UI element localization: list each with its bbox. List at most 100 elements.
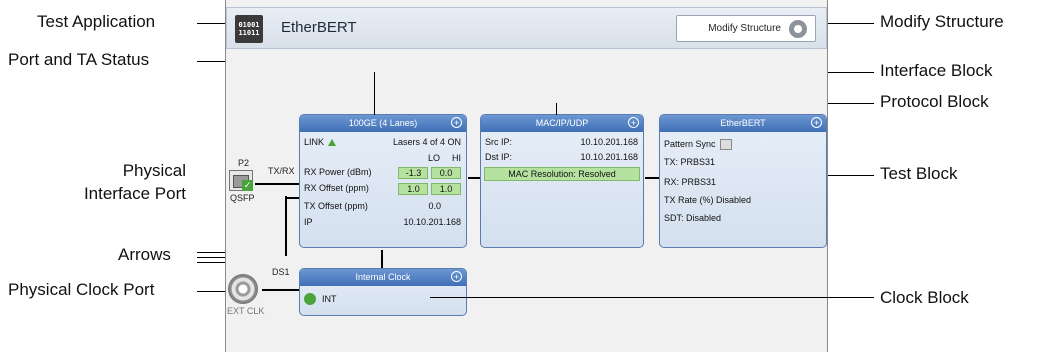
test-application-icon[interactable]: 01001 11011 (235, 15, 263, 43)
pattern-sync-row: Pattern Sync (664, 139, 821, 150)
rx-power-lo: -1.3 (398, 167, 429, 179)
link-status: LINK (304, 137, 337, 147)
leader-test-application (197, 23, 225, 24)
protocol-block-title: MAC/IP/UDP (535, 118, 589, 128)
dst-ip-value: 10.10.201.168 (580, 152, 638, 162)
dst-ip-row: Dst IP: 10.10.201.168 (485, 152, 638, 162)
lasers-status: Lasers 4 of 4 ON (392, 137, 461, 147)
arrow-port-to-interface (255, 183, 299, 185)
interface-block-header: 100GE (4 Lanes) + (300, 115, 466, 132)
leader-port-ta-status (197, 61, 225, 62)
link-row: LINK Lasers 4 of 4 ON (304, 137, 461, 147)
lo-hi-header: LO HI (304, 153, 461, 163)
clock-value-row: INT (304, 293, 461, 305)
callout-physical-interface-port-line1: Physical (122, 161, 186, 180)
tx-rate-row: TX Rate (%) Disabled (664, 195, 821, 205)
physical-interface-port[interactable]: ✓ (229, 170, 253, 191)
port-status-check-icon: ✓ (242, 180, 253, 191)
mac-resolution-status: MAC Resolution: Resolved (484, 167, 640, 181)
rx-offset-hi: 1.0 (431, 183, 461, 195)
rx-power-label: RX Power (dBm) (304, 167, 372, 177)
callout-physical-clock-port: Physical Clock Port (8, 280, 155, 299)
callout-clock-block: Clock Block (880, 288, 969, 307)
test-block-title: EtherBERT (720, 118, 766, 128)
rx-offset-label: RX Offset (ppm) (304, 183, 369, 193)
src-ip-row: Src IP: 10.10.201.168 (485, 137, 638, 147)
tx-rate: TX Rate (%) Disabled (664, 195, 752, 205)
callout-interface-block: Interface Block (880, 61, 993, 80)
hi-header: HI (452, 153, 461, 163)
callout-arrows: Arrows (118, 245, 171, 264)
rx-offset-row: RX Offset (ppm) 1.0 1.0 (304, 183, 461, 195)
port-name: P2 (238, 158, 250, 168)
src-ip-value: 10.10.201.168 (580, 137, 638, 147)
clock-block[interactable]: Internal Clock + INT (299, 268, 467, 316)
tx-offset-row: TX Offset (ppm) 0.0 (304, 201, 461, 211)
port-direction: TX/RX (268, 166, 295, 176)
callout-port-ta-status: Port and TA Status (8, 50, 150, 69)
clock-block-title: Internal Clock (355, 272, 411, 282)
clock-status-icon (304, 293, 316, 305)
test-block[interactable]: EtherBERT + Pattern Sync TX: PRBS31 RX: … (659, 114, 827, 248)
gear-icon (789, 19, 807, 38)
ip-value: 10.10.201.168 (403, 217, 461, 227)
rx-power-row: RX Power (dBm) -1.3 0.0 (304, 167, 461, 179)
clock-block-header: Internal Clock + (300, 269, 466, 286)
pattern-sync-icon (719, 139, 732, 150)
ext-clk-label: EXT CLK (227, 306, 265, 316)
arrow-clock-port (262, 289, 300, 291)
leader-interface-block-vertical (374, 72, 375, 115)
arrow-interface-horizontal (285, 197, 299, 199)
arrow-clock-to-interface (381, 250, 383, 268)
rx-offset-lo: 1.0 (398, 183, 429, 195)
app-title: EtherBERT (281, 19, 357, 36)
leader-test-block (828, 175, 874, 176)
expand-plus-icon[interactable]: + (451, 271, 462, 282)
sdt-row: SDT: Disabled (664, 213, 821, 223)
callout-physical-interface-port: Physical Interface Port (46, 161, 186, 203)
pattern-sync-label: Pattern Sync (664, 139, 716, 149)
arrow-interface-vertical (285, 196, 287, 256)
rx-power-hi: 0.0 (431, 167, 461, 179)
modify-structure-button[interactable]: Modify Structure (676, 15, 816, 42)
protocol-block[interactable]: MAC/IP/UDP + Src IP: 10.10.201.168 Dst I… (480, 114, 644, 248)
clock-port-bnc-icon[interactable] (228, 274, 258, 304)
app-icon-text-top: 01001 (238, 21, 260, 29)
src-ip-label: Src IP: (485, 137, 513, 147)
callout-test-block: Test Block (880, 164, 958, 183)
link-up-arrow-icon (328, 139, 337, 147)
application-window: 01001 11011 EtherBERT Modify Structure P… (225, 0, 828, 352)
interface-block-title: 100GE (4 Lanes) (348, 118, 418, 128)
tx-pattern: TX: PRBS31 (664, 157, 716, 167)
rx-pattern-row: RX: PRBS31 (664, 177, 821, 187)
arrow-protocol-test (645, 177, 659, 179)
expand-plus-icon[interactable]: + (628, 117, 639, 128)
rx-pattern: RX: PRBS31 (664, 177, 717, 187)
leader-physical-clock-port (197, 291, 225, 292)
ip-label: IP (304, 217, 313, 227)
modify-structure-label: Modify Structure (708, 23, 781, 34)
leader-modify-structure (828, 23, 874, 24)
lo-header: LO (427, 153, 440, 163)
leader-protocol-block-vertical (556, 103, 557, 115)
dst-ip-label: Dst IP: (485, 152, 513, 162)
tx-pattern-row: TX: PRBS31 (664, 157, 821, 167)
ip-row: IP 10.10.201.168 (304, 217, 461, 227)
port-type: QSFP (230, 193, 255, 203)
clock-value: INT (322, 294, 337, 304)
leader-clock-block (430, 297, 874, 298)
callout-physical-interface-port-line2: Interface Port (83, 183, 186, 203)
arrow-interface-protocol (468, 177, 480, 179)
expand-plus-icon[interactable]: + (811, 117, 822, 128)
interface-block[interactable]: 100GE (4 Lanes) + LINK Lasers 4 of 4 ON … (299, 114, 467, 248)
title-bar: 01001 11011 EtherBERT Modify Structure (226, 7, 827, 49)
expand-plus-icon[interactable]: + (451, 117, 462, 128)
callout-test-application: Test Application (37, 12, 156, 31)
sdt-status: SDT: Disabled (664, 213, 722, 223)
protocol-block-header: MAC/IP/UDP + (481, 115, 643, 132)
link-label: LINK (304, 137, 325, 147)
callout-modify-structure: Modify Structure (880, 12, 1004, 31)
tx-offset-value: 0.0 (428, 201, 441, 211)
test-block-header: EtherBERT + (660, 115, 826, 132)
app-icon-text-bottom: 11011 (238, 29, 260, 37)
